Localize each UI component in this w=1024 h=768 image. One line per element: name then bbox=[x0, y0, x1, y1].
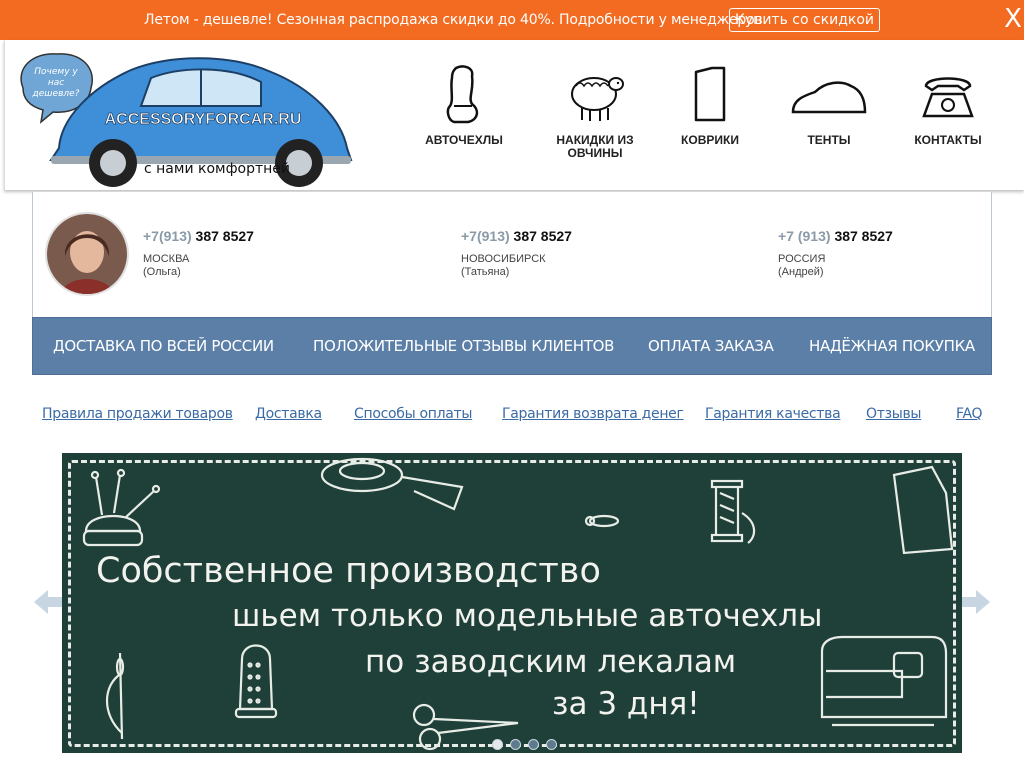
slider-dot-1[interactable] bbox=[492, 739, 503, 750]
nav-contacts[interactable]: КОНТАКТЫ bbox=[888, 64, 1008, 147]
person-label: (Андрей) bbox=[778, 266, 824, 278]
safety-pin-icon bbox=[584, 514, 620, 528]
city-label: РОССИЯ bbox=[778, 253, 826, 265]
pincushion-icon bbox=[82, 468, 161, 547]
slider-dot-4[interactable] bbox=[546, 739, 557, 750]
manager-avatar bbox=[45, 212, 129, 296]
person-label: (Татьяна) bbox=[461, 266, 510, 278]
car-tent-icon bbox=[791, 81, 867, 114]
nav-label: КОВРИКИ bbox=[681, 133, 739, 147]
menu-reviews[interactable]: ПОЛОЖИТЕЛЬНЫЕ ОТЗЫВЫ КЛИЕНТОВ bbox=[313, 337, 614, 355]
person-label: (Ольга) bbox=[143, 266, 181, 278]
contact-novosibirsk: +7(913) 387 8527 НОВОСИБИРСК (Татьяна) bbox=[461, 228, 572, 278]
phone-number[interactable]: +7(913) 387 8527 bbox=[461, 228, 572, 244]
banner-line-2: шьем только модельные авточехлы bbox=[232, 598, 823, 634]
site-header: Почему у нас дешевле? ACCESSORYFORCAR.RU… bbox=[4, 40, 1024, 190]
sheep-icon bbox=[571, 77, 624, 121]
link-delivery[interactable]: Доставка bbox=[255, 406, 322, 422]
sewing-machine-icon bbox=[820, 635, 948, 727]
city-label: НОВОСИБИРСК bbox=[461, 253, 546, 265]
promo-text: Летом - дешевле! Сезонная распродажа ски… bbox=[144, 12, 767, 28]
phone-number[interactable]: +7 (913) 387 8527 bbox=[778, 228, 893, 244]
link-quality[interactable]: Гарантия качества bbox=[705, 406, 841, 422]
floor-mat-icon bbox=[694, 66, 726, 122]
contact-russia: +7 (913) 387 8527 РОССИЯ (Андрей) bbox=[778, 228, 893, 278]
seat-cover-icon bbox=[446, 65, 479, 124]
thread-spool-icon bbox=[710, 479, 756, 544]
info-menu: ДОСТАВКА ПО ВСЕЙ РОССИИ ПОЛОЖИТЕЛЬНЫЕ ОТ… bbox=[32, 317, 992, 375]
slider-dot-3[interactable] bbox=[528, 739, 539, 750]
link-money-back[interactable]: Гарантия возврата денег bbox=[502, 406, 684, 422]
contacts-bar: +7(913) 387 8527 МОСКВА (Ольга) +7(913) … bbox=[32, 192, 992, 317]
promo-bar: Летом - дешевле! Сезонная распродажа ски… bbox=[0, 0, 1024, 40]
link-sale-rules[interactable]: Правила продажи товаров bbox=[42, 406, 233, 422]
nav-label: ТЕНТЫ bbox=[807, 133, 851, 147]
phone-digits: 387 8527 bbox=[834, 228, 893, 244]
close-promo-button[interactable]: X bbox=[1002, 5, 1024, 33]
link-payment-methods[interactable]: Способы оплаты bbox=[354, 406, 472, 422]
contact-moscow: +7(913) 387 8527 МОСКВА (Ольга) bbox=[143, 228, 254, 278]
link-faq[interactable]: FAQ bbox=[956, 406, 983, 422]
phone-code: +7 (913) bbox=[778, 228, 831, 244]
nav-label: НАКИДКИ ИЗ ОВЧИНЫ bbox=[556, 133, 634, 160]
slider-dots bbox=[492, 737, 564, 753]
bubble-line-2: нас bbox=[48, 78, 64, 88]
nav-label: АВТОЧЕХЛЫ bbox=[425, 133, 503, 147]
nav-sheepskin[interactable]: НАКИДКИ ИЗ ОВЧИНЫ bbox=[535, 64, 655, 160]
logo-site-name: ACCESSORYFORCAR.RU bbox=[105, 111, 302, 128]
promo-banner[interactable]: Собственное производство шьем только мод… bbox=[62, 453, 962, 753]
needle-icon bbox=[106, 652, 125, 740]
city-label: МОСКВА bbox=[143, 253, 190, 265]
phone-digits: 387 8527 bbox=[513, 228, 572, 244]
phone-code: +7(913) bbox=[461, 228, 510, 244]
buy-discount-button[interactable]: Купить со скидкой bbox=[729, 8, 880, 32]
slider-dot-2[interactable] bbox=[510, 739, 521, 750]
banner-line-3: по заводским лекалам bbox=[365, 644, 737, 680]
nav-floor-mats[interactable]: КОВРИКИ bbox=[650, 64, 770, 147]
banner-line-4: за 3 дня! bbox=[552, 686, 700, 722]
tape-measure-icon bbox=[320, 457, 464, 511]
phone-icon bbox=[922, 77, 974, 118]
menu-payment[interactable]: ОПЛАТА ЗАКАЗА bbox=[648, 337, 774, 355]
thimble-icon bbox=[234, 644, 278, 719]
menu-reliable-purchase[interactable]: НАДЁЖНАЯ ПОКУПКА bbox=[809, 337, 975, 355]
tagline: с нами комфортней bbox=[144, 161, 291, 177]
bubble-line-3: дешевле? bbox=[32, 89, 80, 99]
fabric-icon bbox=[892, 465, 954, 555]
phone-number[interactable]: +7(913) 387 8527 bbox=[143, 228, 254, 244]
phone-code: +7(913) bbox=[143, 228, 192, 244]
bubble-line-1: Почему у bbox=[34, 67, 78, 77]
nav-seat-covers[interactable]: АВТОЧЕХЛЫ bbox=[404, 64, 524, 147]
nav-label: КОНТАКТЫ bbox=[914, 133, 982, 147]
phone-digits: 387 8527 bbox=[195, 228, 254, 244]
banner-line-1: Собственное производство bbox=[96, 551, 601, 591]
menu-delivery[interactable]: ДОСТАВКА ПО ВСЕЙ РОССИИ bbox=[53, 337, 274, 355]
link-reviews[interactable]: Отзывы bbox=[866, 406, 921, 422]
nav-tents[interactable]: ТЕНТЫ bbox=[769, 64, 889, 147]
